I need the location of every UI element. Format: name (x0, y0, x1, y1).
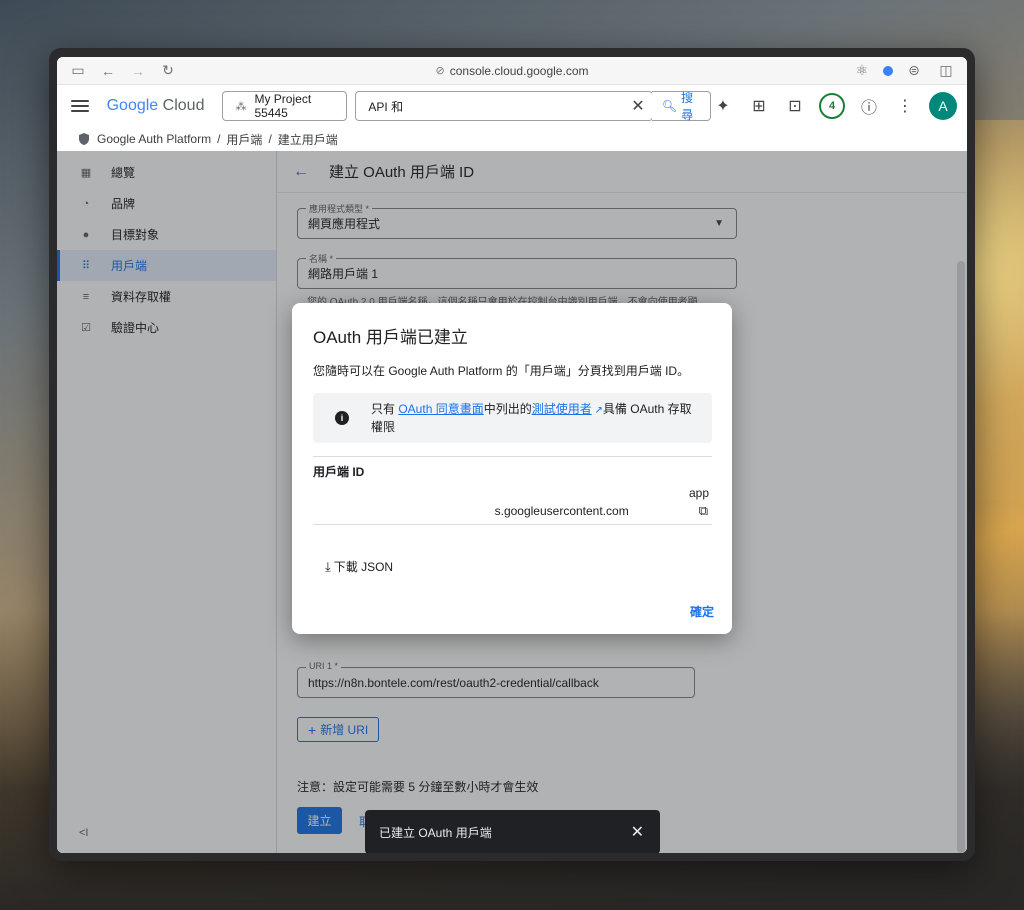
dialog-description: 您隨時可以在 Google Auth Platform 的「用戶端」分頁找到用戶… (313, 364, 690, 378)
external-link-icon: ↗ (591, 404, 603, 416)
info-icon: i (335, 411, 349, 425)
avatar[interactable]: A (929, 92, 957, 120)
notifications-badge[interactable]: 4 (819, 93, 845, 119)
info-text-pre: 只有 (371, 401, 399, 416)
breadcrumb: Google Auth Platform / 用戶端 / 建立用戶端 (57, 127, 967, 151)
breadcrumb-separator: / (217, 132, 221, 146)
link-icon: ⊘ (435, 65, 445, 77)
logo-cloud-text: Cloud (162, 97, 205, 114)
dialog-title: OAuth 用戶端已建立 (313, 328, 468, 347)
gift-icon[interactable]: ⊞ (747, 94, 771, 118)
breadcrumb-item-platform[interactable]: Google Auth Platform (97, 132, 211, 146)
sidebar-toggle-icon[interactable]: ▭ (67, 60, 89, 82)
breadcrumb-item-clients[interactable]: 用戶端 (226, 131, 262, 148)
divider (313, 456, 712, 457)
google-cloud-logo[interactable]: Google Cloud (107, 97, 205, 115)
download-label: 下載 JSON (333, 560, 394, 574)
clear-search-icon[interactable]: ✕ (624, 96, 652, 116)
project-selector[interactable]: ⁂ My Project 55445 (222, 91, 348, 121)
download-icon: ⤓ (325, 558, 331, 574)
hamburger-menu-icon[interactable] (71, 96, 89, 116)
search-button-label: 搜尋 (681, 91, 694, 122)
close-icon[interactable]: ✕ (631, 822, 644, 842)
client-id-label: 用戶端 ID (313, 465, 365, 479)
forward-icon[interactable]: → (127, 60, 149, 82)
shield-icon (79, 133, 89, 145)
client-id-row: s.googleusercontent.com ⧉ (313, 503, 712, 519)
breadcrumb-separator: / (268, 132, 272, 146)
download-json-button[interactable]: ⤓ 下載 JSON (325, 558, 712, 575)
browser-content: ▭ ← → ↻ ⊘ console.cloud.google.com ⚛ ⊜ ◫… (57, 57, 967, 853)
extension-icon[interactable]: ⚛ (851, 60, 873, 82)
project-name: My Project 55445 (254, 92, 312, 120)
client-id-line1: app (688, 486, 709, 500)
copy-icon[interactable]: ⧉ (699, 503, 708, 519)
snackbar: 已建立 OAuth 用戶端 ✕ (365, 810, 660, 853)
split-view-icon[interactable]: ◫ (935, 60, 957, 82)
cloud-shell-icon[interactable]: ⊡ (783, 94, 807, 118)
info-text: 只有 OAuth 同意畫面中列出的測試使用者 ↗具備 OAuth 存取權限 (371, 401, 701, 436)
search-input[interactable]: API 和 ✕ (355, 91, 653, 121)
reload-icon[interactable]: ↻ (157, 60, 179, 82)
project-icon: ⁂ (235, 100, 247, 113)
help-icon[interactable]: ⓘ (857, 94, 881, 118)
consent-screen-link[interactable]: OAuth 同意畫面 (398, 402, 483, 416)
snackbar-text: 已建立 OAuth 用戶端 (379, 825, 492, 840)
more-vert-icon[interactable]: ⋮ (893, 94, 917, 118)
search-value: API 和 (368, 99, 404, 114)
browser-toolbar: ▭ ← → ↻ ⊘ console.cloud.google.com ⚛ ⊜ ◫ (57, 57, 967, 85)
logo-google-text: Google (106, 97, 159, 114)
gemini-sparkle-icon[interactable]: ✦ (711, 94, 735, 118)
search-icon: 🔍︎ (661, 99, 678, 113)
url-text: console.cloud.google.com (449, 63, 589, 78)
browser-window: ▭ ← → ↻ ⊘ console.cloud.google.com ⚛ ⊜ ◫… (49, 48, 975, 861)
console-header: Google Cloud ⁂ My Project 55445 API 和 ✕ … (57, 85, 967, 127)
breadcrumb-item-create: 建立用戶端 (277, 132, 338, 147)
client-created-dialog: OAuth 用戶端已建立 您隨時可以在 Google Auth Platform… (292, 303, 732, 634)
search-button[interactable]: 🔍︎ 搜尋 (651, 91, 711, 122)
status-dot-icon[interactable] (883, 65, 893, 76)
client-id-line2: s.googleusercontent.com (494, 504, 629, 518)
divider (313, 524, 712, 525)
info-banner: i 只有 OAuth 同意畫面中列出的測試使用者 ↗具備 OAuth 存取權限 (313, 393, 712, 443)
confirm-button[interactable]: 確定 (690, 603, 714, 620)
test-users-link[interactable]: 測試使用者 (532, 402, 592, 416)
info-text-mid: 中列出的 (483, 401, 532, 416)
back-icon[interactable]: ← (97, 60, 119, 82)
reader-icon[interactable]: ⊜ (903, 60, 925, 82)
address-bar[interactable]: ⊘ console.cloud.google.com (436, 64, 589, 78)
